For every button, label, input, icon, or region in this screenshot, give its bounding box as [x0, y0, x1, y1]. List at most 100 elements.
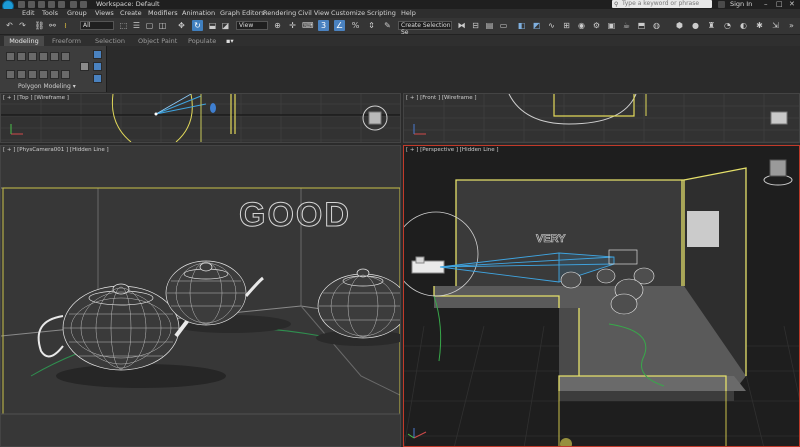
- slice-tools-icon[interactable]: [93, 74, 102, 83]
- selection-filter-dropdown[interactable]: All: [80, 21, 114, 30]
- menu-views[interactable]: Views: [95, 9, 114, 18]
- render-iterative-icon[interactable]: ⬒: [636, 20, 647, 31]
- camera-viewport-label[interactable]: [ + ] [PhysCamera001 ] [Hidden Line ]: [3, 147, 109, 154]
- edit-named-selection-icon[interactable]: ✎: [382, 20, 393, 31]
- mirror-icon[interactable]: ⧓: [456, 20, 467, 31]
- dropdown-arrow-icon[interactable]: [80, 1, 87, 8]
- menu-rendering[interactable]: Rendering: [263, 9, 296, 18]
- select-by-name-icon[interactable]: ☰: [131, 20, 142, 31]
- very-3d-text[interactable]: VERY: [536, 233, 567, 246]
- spinner-snap-icon[interactable]: ⇕: [366, 20, 377, 31]
- minimize-icon[interactable]: –: [764, 0, 768, 9]
- perspective-viewport-label[interactable]: [ + ] [Perspective ] [Hidden Line ]: [406, 147, 499, 154]
- vertex-level-icon[interactable]: [6, 52, 15, 61]
- reference-coord-dropdown[interactable]: View: [236, 21, 268, 30]
- select-manipulate-icon[interactable]: ✛: [287, 20, 298, 31]
- rendered-frame-window-icon[interactable]: ▣: [606, 20, 617, 31]
- scene-explorer-icon[interactable]: ◧: [516, 20, 527, 31]
- undo-quick-icon[interactable]: [48, 1, 55, 8]
- toggle-layer-explorer-icon[interactable]: ▤: [484, 20, 495, 31]
- menu-civil-view[interactable]: Civil View: [298, 9, 329, 18]
- max-toggle-icon[interactable]: ⇲: [770, 20, 781, 31]
- ribbon-options-icon[interactable]: ▪▾: [226, 36, 234, 46]
- tab-freeform[interactable]: Freeform: [52, 36, 81, 46]
- pivot-center-icon[interactable]: ⊕: [272, 20, 283, 31]
- menu-tools[interactable]: Tools: [42, 9, 58, 18]
- next-modifier-icon[interactable]: [50, 70, 59, 79]
- menu-help[interactable]: Help: [401, 9, 416, 18]
- persp-viewcube-icon[interactable]: [769, 159, 787, 177]
- tab-object-paint[interactable]: Object Paint: [138, 36, 177, 46]
- element-level-icon[interactable]: [50, 52, 59, 61]
- modify-panel-icon[interactable]: ●: [690, 20, 701, 31]
- align-icon[interactable]: ⊟: [470, 20, 481, 31]
- user-icon[interactable]: [718, 1, 725, 8]
- show-end-result-icon[interactable]: [61, 70, 70, 79]
- generate-topology-icon[interactable]: [80, 62, 89, 71]
- keyboard-shortcut-icon[interactable]: ⌨: [302, 20, 314, 31]
- unlink-icon[interactable]: ⚯: [47, 20, 58, 31]
- polygon-modeling-label[interactable]: Polygon Modeling ▾: [18, 83, 76, 90]
- move-icon[interactable]: ✥: [176, 20, 187, 31]
- snap-toggle-icon[interactable]: 3: [318, 20, 329, 31]
- menu-scripting[interactable]: Scripting: [367, 9, 396, 18]
- top-viewport-label[interactable]: [ + ] [Top ] [Wireframe ]: [3, 95, 69, 102]
- front-viewport-label[interactable]: [ + ] [Front ] [Wireframe ]: [406, 95, 477, 102]
- toggle-command-panel-icon[interactable]: [28, 70, 37, 79]
- workspace-selector[interactable]: Workspace: Default: [96, 0, 160, 9]
- material-editor-icon[interactable]: ◉: [576, 20, 587, 31]
- hierarchy-panel-icon[interactable]: ♜: [706, 20, 717, 31]
- menu-create[interactable]: Create: [120, 9, 142, 18]
- search-input[interactable]: Type a keyword or phrase: [612, 0, 712, 8]
- polygon-level-icon[interactable]: [39, 52, 48, 61]
- a360-render-icon[interactable]: ◍: [651, 20, 662, 31]
- render-production-icon[interactable]: ☕: [621, 20, 632, 31]
- symmetry-icon[interactable]: [93, 50, 102, 59]
- menu-group[interactable]: Group: [67, 9, 87, 18]
- angle-snap-icon[interactable]: ∠: [334, 20, 345, 31]
- top-viewport[interactable]: [ + ] [Top ] [Wireframe ]: [0, 93, 401, 143]
- redo-quick-icon[interactable]: [58, 1, 65, 8]
- toolbar-overflow-icon[interactable]: »: [786, 20, 797, 31]
- render-setup-icon[interactable]: ⚙: [591, 20, 602, 31]
- window-crossing-icon[interactable]: ◫: [157, 20, 168, 31]
- pivot-tools-icon[interactable]: [93, 62, 102, 71]
- tab-modeling[interactable]: Modeling: [4, 36, 44, 46]
- modifier-stack-icon[interactable]: [61, 52, 70, 61]
- rotate-icon[interactable]: ↻: [192, 20, 203, 31]
- schematic-view-icon[interactable]: ⊞: [561, 20, 572, 31]
- maximize-icon[interactable]: □: [776, 0, 783, 9]
- sign-in-link[interactable]: Sign In: [730, 0, 752, 9]
- menu-customize[interactable]: Customize: [331, 9, 365, 18]
- good-3d-text[interactable]: GOOD: [239, 196, 351, 235]
- menu-edit[interactable]: Edit: [22, 9, 35, 18]
- save-file-icon[interactable]: [38, 1, 45, 8]
- display-panel-icon[interactable]: ◐: [738, 20, 749, 31]
- redo-icon[interactable]: ↷: [17, 20, 28, 31]
- named-selection-dropdown[interactable]: Create Selection Se: [398, 21, 452, 36]
- menu-graph-editors[interactable]: Graph Editors: [220, 9, 265, 18]
- perspective-viewport[interactable]: VERY [ + ] [Perspective ] [Hidden Line ]: [403, 145, 800, 447]
- new-file-icon[interactable]: [18, 1, 25, 8]
- border-level-icon[interactable]: [28, 52, 37, 61]
- camera-viewport[interactable]: GOOD [ + ] [PhysCamera001 ] [Hidden Line…: [0, 145, 401, 447]
- bind-space-warp-icon[interactable]: ≀: [60, 20, 71, 31]
- tab-populate[interactable]: Populate: [188, 36, 216, 46]
- layer-manager-icon[interactable]: ◩: [531, 20, 542, 31]
- scale-icon[interactable]: ⬓: [207, 20, 218, 31]
- wall-text-object[interactable]: [687, 211, 719, 247]
- previous-modifier-icon[interactable]: [39, 70, 48, 79]
- curve-editor-icon[interactable]: ∿: [546, 20, 557, 31]
- motion-panel-icon[interactable]: ◔: [722, 20, 733, 31]
- front-viewport[interactable]: [ + ] [Front ] [Wireframe ]: [403, 93, 800, 143]
- select-object-icon[interactable]: ⬚: [118, 20, 129, 31]
- undo-icon[interactable]: ↶: [4, 20, 15, 31]
- preserve-uvs-icon[interactable]: [6, 70, 15, 79]
- edge-level-icon[interactable]: [17, 52, 26, 61]
- front-viewcube-icon[interactable]: [770, 111, 788, 125]
- collapse-stack-icon[interactable]: [17, 70, 26, 79]
- open-file-icon[interactable]: [28, 1, 35, 8]
- menu-modifiers[interactable]: Modifiers: [148, 9, 178, 18]
- placement-icon[interactable]: ◪: [220, 20, 231, 31]
- close-icon[interactable]: ✕: [789, 0, 795, 9]
